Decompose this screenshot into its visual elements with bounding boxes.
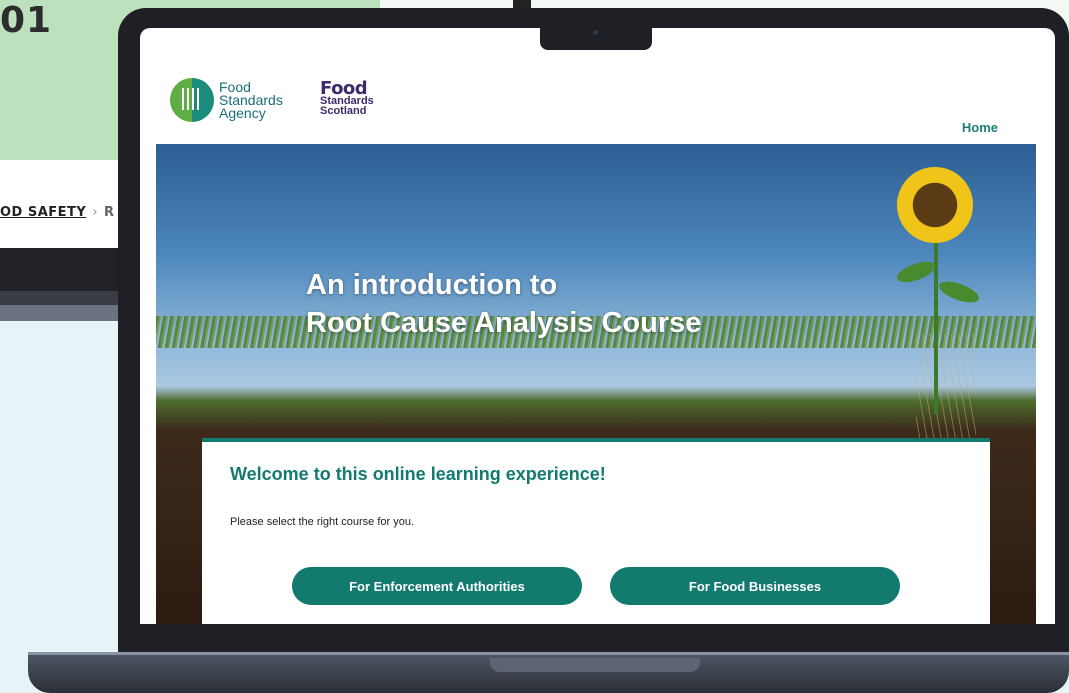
camera-icon — [593, 30, 598, 35]
welcome-card: Welcome to this online learning experien… — [202, 438, 990, 638]
business-course-button[interactable]: For Food Businesses — [610, 567, 900, 605]
laptop-notch — [540, 24, 652, 50]
nav-home-link[interactable]: Home — [962, 120, 998, 135]
sunflower-leaf — [936, 277, 982, 307]
roots-image — [916, 334, 976, 454]
breadcrumb-separator: › — [92, 205, 99, 220]
sunflower-leaf — [894, 257, 938, 287]
background-breadcrumb: OD SAFETY › R — [0, 205, 115, 220]
web-page: Food Standards Agency Food Standards Sco… — [140, 28, 1055, 638]
laptop-screen: Food Standards Agency Food Standards Sco… — [140, 28, 1055, 638]
welcome-subtext: Please select the right course for you. — [230, 516, 415, 528]
enforcement-course-button[interactable]: For Enforcement Authorities — [292, 567, 582, 605]
breadcrumb-link[interactable]: OD SAFETY — [0, 205, 86, 220]
fss-logo[interactable]: Food Standards Scotland — [320, 78, 374, 117]
welcome-heading: Welcome to this online learning experien… — [230, 464, 606, 484]
sunflower-icon — [892, 162, 978, 248]
fss-logo-title: Food — [320, 78, 368, 99]
fsa-logo[interactable]: Food Standards Agency — [170, 78, 283, 122]
background-section-number: 01 — [0, 0, 53, 41]
fss-logo-subtitle: Standards Scotland — [320, 95, 374, 117]
fsa-logo-text: Food Standards Agency — [219, 78, 283, 121]
hero-title: An introduction to Root Cause Analysis C… — [306, 269, 702, 339]
laptop-hinge — [490, 658, 700, 672]
breadcrumb-current: R — [104, 205, 115, 220]
laptop-bezel-bottom — [140, 624, 1055, 640]
fsa-logo-icon — [170, 78, 214, 122]
